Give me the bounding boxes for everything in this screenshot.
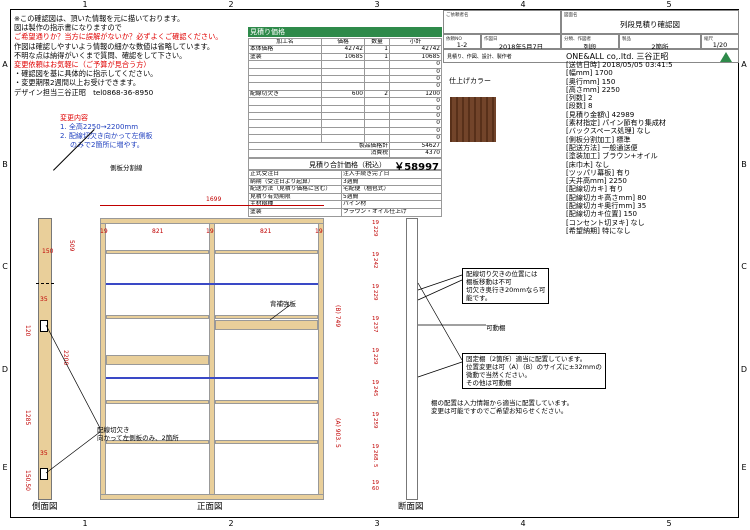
leader-lines	[45, 274, 486, 474]
